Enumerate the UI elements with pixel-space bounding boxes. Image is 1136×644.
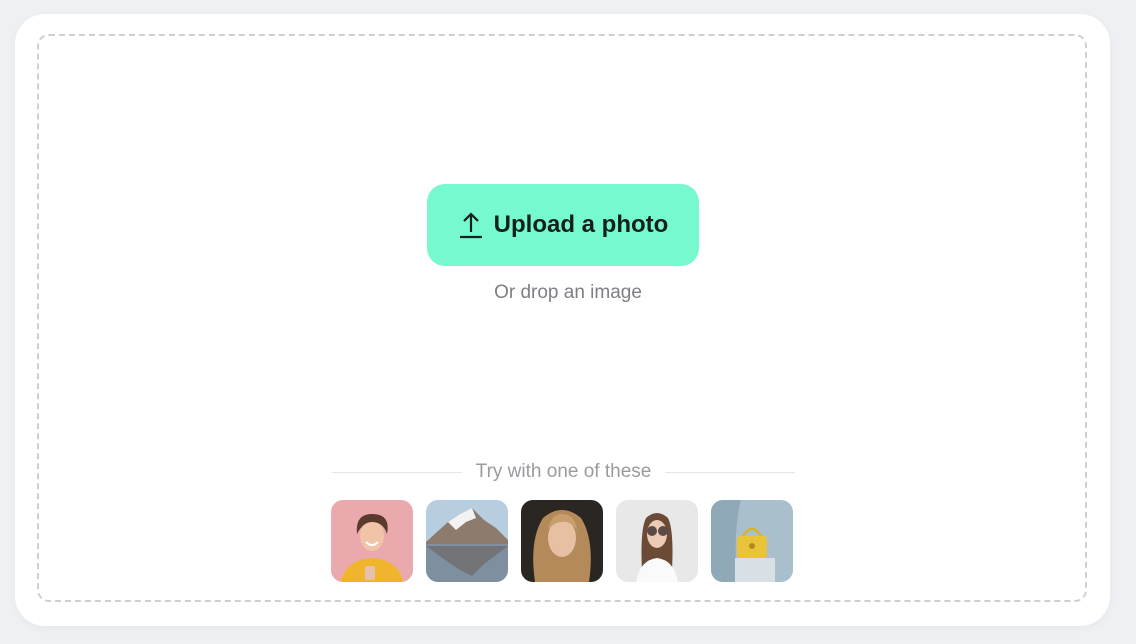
- divider-left: [332, 471, 462, 473]
- upload-photo-button[interactable]: Upload a photo: [427, 184, 699, 266]
- sample-image-handbag[interactable]: [711, 500, 793, 582]
- upload-arrow-icon: [459, 212, 482, 239]
- drop-hint: Or drop an image: [494, 282, 642, 303]
- sample-image-woman-portrait[interactable]: [521, 500, 603, 582]
- upload-button-label: Upload a photo: [493, 211, 669, 238]
- samples-heading: Try with one of these: [475, 461, 652, 482]
- sample-images: [331, 500, 793, 582]
- samples-heading-row: Try with one of these: [332, 461, 796, 483]
- sample-image-woman-phone[interactable]: [331, 500, 413, 582]
- sample-image-woman-sunglasses[interactable]: [616, 500, 698, 582]
- sample-image-mountain[interactable]: [426, 500, 508, 582]
- divider-right: [665, 471, 796, 473]
